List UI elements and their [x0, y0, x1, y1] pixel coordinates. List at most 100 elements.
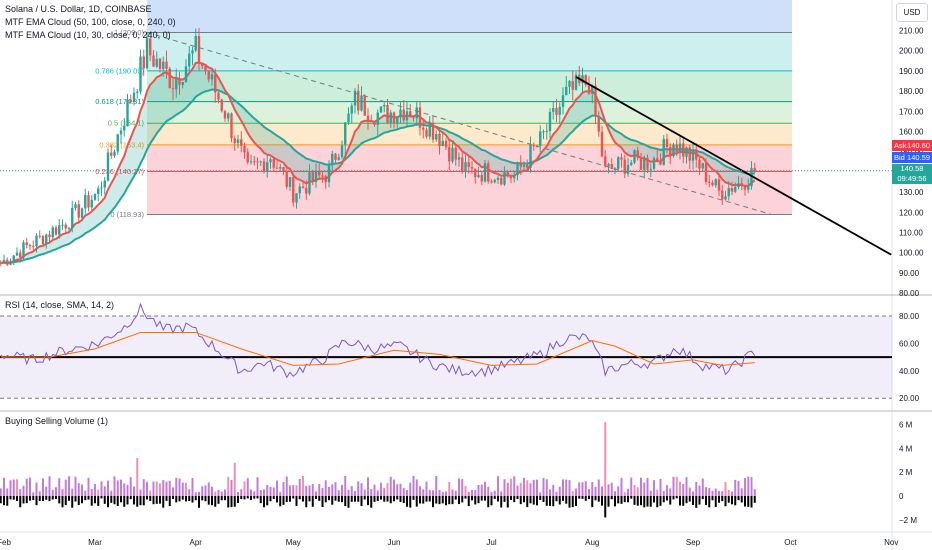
- volume-bar-buy: [55, 487, 57, 496]
- volume-bar-buy: [753, 489, 756, 496]
- candle-body: [2, 259, 6, 263]
- volume-bar-buy: [669, 488, 672, 496]
- volume-bar-sell: [451, 496, 454, 505]
- candle-body: [714, 179, 717, 186]
- volume-bar-sell: [396, 496, 399, 500]
- volume-bar-buy: [227, 476, 230, 496]
- candle-body: [132, 92, 136, 103]
- volume-bar-buy: [3, 477, 5, 496]
- candle-body: [35, 235, 38, 247]
- volume-bar-buy: [558, 486, 561, 496]
- volume-bar-buy: [607, 484, 610, 496]
- volume-bar-sell: [597, 496, 600, 502]
- volume-bar-sell: [552, 496, 555, 507]
- rsi-tick-label: 60.00: [899, 339, 920, 348]
- volume-bar-sell: [500, 496, 503, 508]
- ema-cloud-legend-1[interactable]: MTF EMA Cloud (50, 100, close, 0, 240, 0…: [5, 17, 176, 27]
- volume-bar-buy: [601, 486, 603, 496]
- candle-body: [269, 159, 272, 163]
- rsi-legend[interactable]: RSI (14, close, SMA, 14, 2): [5, 300, 114, 310]
- time-tick-label: Oct: [784, 538, 797, 547]
- candle-body: [259, 161, 262, 163]
- ema-cloud-legend-2[interactable]: MTF EMA Cloud (10, 30, close, 0, 240, 0): [5, 30, 171, 40]
- volume-bar-buy: [705, 487, 707, 496]
- chart-canvas[interactable]: 1 (209.0)0.786 (190.00)0.618 (174.81)0.5…: [0, 0, 932, 550]
- candle-body: [519, 162, 522, 167]
- price-tick-label: 170.00: [899, 107, 924, 116]
- volume-bar-sell: [334, 496, 337, 501]
- currency-label: USD: [903, 8, 921, 17]
- volume-bar-sell: [84, 496, 87, 501]
- volume-bar-buy: [458, 478, 460, 496]
- volume-bar-buy: [584, 481, 587, 496]
- candle-body: [724, 196, 727, 200]
- candle-body: [126, 99, 129, 127]
- volume-bar-buy: [357, 481, 360, 496]
- volume-bar-buy: [129, 477, 132, 496]
- volume-bar-sell: [467, 496, 470, 507]
- volume-bar-sell: [662, 496, 665, 503]
- volume-bar-sell: [344, 496, 347, 507]
- volume-bar-buy: [240, 489, 243, 496]
- volume-bar-sell: [750, 496, 753, 508]
- volume-bar-sell: [25, 496, 28, 504]
- volume-bar-buy: [636, 487, 639, 496]
- volume-bar-buy: [529, 483, 532, 496]
- volume-bar-buy: [727, 489, 730, 496]
- volume-bar-buy: [120, 479, 122, 496]
- candle-body: [207, 71, 210, 80]
- volume-bar-buy: [474, 490, 477, 496]
- volume-bar-sell: [243, 496, 246, 500]
- volume-bar-buy: [396, 484, 399, 496]
- volume-bar-buy: [341, 484, 343, 496]
- volume-bar-buy: [617, 486, 620, 496]
- currency-button[interactable]: USD: [896, 3, 928, 22]
- volume-bar-sell: [539, 496, 542, 500]
- volume-bar-buy: [233, 462, 236, 496]
- volume-bar-buy: [38, 491, 41, 496]
- volume-bar-buy: [532, 479, 535, 496]
- candle-body: [490, 181, 493, 183]
- volume-bar-sell: [110, 496, 113, 503]
- main-legend[interactable]: Solana / U.S. Dollar, 1D, COINBASE: [5, 4, 152, 14]
- volume-bar-sell: [617, 496, 620, 504]
- candle-body: [331, 153, 334, 166]
- volume-bar-sell: [464, 496, 467, 499]
- volume-bar-sell: [399, 496, 402, 502]
- volume-bar-sell: [555, 496, 558, 502]
- volume-bar-sell: [409, 496, 412, 508]
- volume-bar-buy: [74, 476, 77, 496]
- candle-body: [178, 78, 181, 85]
- volume-bar-buy: [744, 478, 746, 496]
- volume-legend[interactable]: Buying Selling Volume (1): [5, 416, 108, 426]
- volume-bar-buy: [243, 481, 246, 496]
- candle-body: [54, 227, 58, 235]
- candle-body: [230, 113, 233, 139]
- candle-body: [734, 187, 737, 192]
- candle-body: [32, 246, 35, 248]
- volume-bar-sell: [584, 496, 587, 501]
- candle-body: [386, 104, 389, 123]
- volume-bar-sell: [643, 496, 646, 508]
- candle-body: [604, 156, 607, 167]
- volume-bar-sell: [71, 496, 74, 508]
- volume-bar-buy: [516, 485, 519, 496]
- volume-bar-buy: [162, 480, 165, 496]
- volume-bar-buy: [640, 477, 642, 496]
- candle-body: [571, 81, 574, 90]
- volume-bar-sell: [601, 496, 603, 506]
- volume-bar-sell: [237, 496, 239, 503]
- candle-body: [464, 162, 467, 172]
- volume-bar-sell: [207, 496, 210, 505]
- candle-body: [643, 157, 646, 170]
- candle-body: [214, 74, 217, 93]
- volume-bar-sell: [97, 496, 100, 506]
- volume-bar-buy: [406, 489, 408, 496]
- volume-bar-sell: [181, 496, 184, 500]
- candle-body: [711, 182, 714, 186]
- volume-bar-sell: [477, 496, 480, 504]
- volume-bar-sell: [159, 496, 161, 504]
- fib-label-0.786: 0.786 (190.00): [95, 66, 144, 75]
- candle-body: [262, 161, 266, 172]
- candle-body: [652, 158, 656, 169]
